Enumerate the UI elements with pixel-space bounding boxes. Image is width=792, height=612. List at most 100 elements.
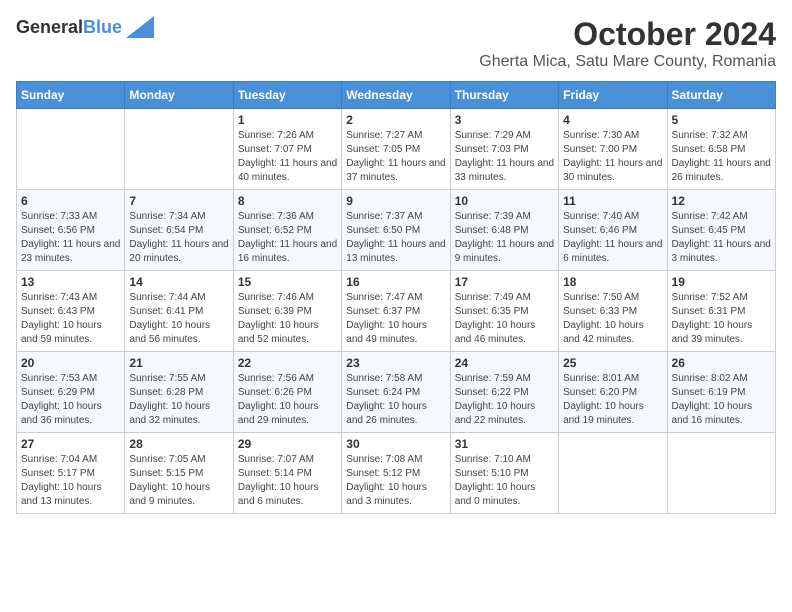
day-number: 12 <box>672 194 771 208</box>
page-header: GeneralBlue October 2024 Gherta Mica, Sa… <box>16 16 776 71</box>
day-number: 22 <box>238 356 337 370</box>
calendar-week-row: 20 Sunrise: 7:53 AM Sunset: 6:29 PM Dayli… <box>17 352 776 433</box>
day-info: Sunrise: 7:49 AM Sunset: 6:35 PM Dayligh… <box>455 291 554 347</box>
day-info: Sunrise: 7:32 AM Sunset: 6:58 PM Dayligh… <box>672 129 771 185</box>
calendar-cell: 15 Sunrise: 7:46 AM Sunset: 6:39 PM Dayli… <box>233 271 341 352</box>
day-number: 1 <box>238 113 337 127</box>
day-number: 18 <box>563 275 662 289</box>
calendar-cell: 26Sunrise: 8:02 AM Sunset: 6:19 PM Dayli… <box>667 352 775 433</box>
calendar-cell: 28 Sunrise: 7:05 AM Sunset: 5:15 PM Dayli… <box>125 433 233 514</box>
calendar-cell: 16Sunrise: 7:47 AM Sunset: 6:37 PM Dayli… <box>342 271 450 352</box>
calendar-cell: 22 Sunrise: 7:56 AM Sunset: 6:26 PM Dayli… <box>233 352 341 433</box>
logo-text: GeneralBlue <box>16 17 122 38</box>
day-number: 6 <box>21 194 120 208</box>
calendar-cell: 14 Sunrise: 7:44 AM Sunset: 6:41 PM Dayli… <box>125 271 233 352</box>
calendar-cell: 2Sunrise: 7:27 AM Sunset: 7:05 PM Daylig… <box>342 109 450 190</box>
calendar-week-row: 27 Sunrise: 7:04 AM Sunset: 5:17 PM Dayli… <box>17 433 776 514</box>
calendar-cell <box>17 109 125 190</box>
calendar-cell <box>667 433 775 514</box>
title-block: October 2024 Gherta Mica, Satu Mare Coun… <box>479 16 776 71</box>
day-info: Sunrise: 7:07 AM Sunset: 5:14 PM Dayligh… <box>238 453 337 509</box>
day-number: 15 <box>238 275 337 289</box>
calendar-table: SundayMondayTuesdayWednesdayThursdayFrid… <box>16 81 776 514</box>
calendar-cell: 29 Sunrise: 7:07 AM Sunset: 5:14 PM Dayli… <box>233 433 341 514</box>
calendar-cell: 17Sunrise: 7:49 AM Sunset: 6:35 PM Dayli… <box>450 271 558 352</box>
calendar-cell: 4Sunrise: 7:30 AM Sunset: 7:00 PM Daylig… <box>559 109 667 190</box>
day-info: Sunrise: 7:56 AM Sunset: 6:26 PM Dayligh… <box>238 372 337 428</box>
calendar-cell: 10 Sunrise: 7:39 AM Sunset: 6:48 PM Dayli… <box>450 190 558 271</box>
calendar-cell: 31 Sunrise: 7:10 AM Sunset: 5:10 PM Dayli… <box>450 433 558 514</box>
calendar-cell: 25Sunrise: 8:01 AM Sunset: 6:20 PM Dayli… <box>559 352 667 433</box>
day-info: Sunrise: 7:46 AM Sunset: 6:39 PM Dayligh… <box>238 291 337 347</box>
day-number: 3 <box>455 113 554 127</box>
calendar-cell: 27 Sunrise: 7:04 AM Sunset: 5:17 PM Dayli… <box>17 433 125 514</box>
day-info: Sunrise: 8:02 AM Sunset: 6:19 PM Dayligh… <box>672 372 771 428</box>
day-number: 16 <box>346 275 445 289</box>
day-number: 14 <box>129 275 228 289</box>
day-info: Sunrise: 7:08 AM Sunset: 5:12 PM Dayligh… <box>346 453 445 509</box>
calendar-cell: 9 Sunrise: 7:37 AM Sunset: 6:50 PM Daylig… <box>342 190 450 271</box>
day-number: 28 <box>129 437 228 451</box>
calendar-cell: 24 Sunrise: 7:59 AM Sunset: 6:22 PM Dayli… <box>450 352 558 433</box>
day-number: 7 <box>129 194 228 208</box>
calendar-cell: 5Sunrise: 7:32 AM Sunset: 6:58 PM Daylig… <box>667 109 775 190</box>
day-number: 29 <box>238 437 337 451</box>
calendar-week-row: 6 Sunrise: 7:33 AM Sunset: 6:56 PM Daylig… <box>17 190 776 271</box>
day-number: 8 <box>238 194 337 208</box>
day-info: Sunrise: 7:59 AM Sunset: 6:22 PM Dayligh… <box>455 372 554 428</box>
weekday-header: Sunday <box>17 82 125 109</box>
day-info: Sunrise: 7:55 AM Sunset: 6:28 PM Dayligh… <box>129 372 228 428</box>
day-info: Sunrise: 7:37 AM Sunset: 6:50 PM Dayligh… <box>346 210 445 266</box>
weekday-header: Wednesday <box>342 82 450 109</box>
day-number: 4 <box>563 113 662 127</box>
calendar-cell: 20 Sunrise: 7:53 AM Sunset: 6:29 PM Dayli… <box>17 352 125 433</box>
day-info: Sunrise: 7:04 AM Sunset: 5:17 PM Dayligh… <box>21 453 120 509</box>
calendar-cell <box>125 109 233 190</box>
day-info: Sunrise: 7:43 AM Sunset: 6:43 PM Dayligh… <box>21 291 120 347</box>
day-info: Sunrise: 7:53 AM Sunset: 6:29 PM Dayligh… <box>21 372 120 428</box>
calendar-cell: 3Sunrise: 7:29 AM Sunset: 7:03 PM Daylig… <box>450 109 558 190</box>
day-info: Sunrise: 7:27 AM Sunset: 7:05 PM Dayligh… <box>346 129 445 185</box>
day-number: 23 <box>346 356 445 370</box>
calendar-cell: 12 Sunrise: 7:42 AM Sunset: 6:45 PM Dayli… <box>667 190 775 271</box>
calendar-cell: 19 Sunrise: 7:52 AM Sunset: 6:31 PM Dayli… <box>667 271 775 352</box>
logo-icon <box>126 16 154 38</box>
day-number: 30 <box>346 437 445 451</box>
day-info: Sunrise: 7:05 AM Sunset: 5:15 PM Dayligh… <box>129 453 228 509</box>
weekday-header: Tuesday <box>233 82 341 109</box>
weekday-header: Thursday <box>450 82 558 109</box>
day-info: Sunrise: 8:01 AM Sunset: 6:20 PM Dayligh… <box>563 372 662 428</box>
day-info: Sunrise: 7:36 AM Sunset: 6:52 PM Dayligh… <box>238 210 337 266</box>
day-number: 24 <box>455 356 554 370</box>
day-number: 20 <box>21 356 120 370</box>
day-info: Sunrise: 7:10 AM Sunset: 5:10 PM Dayligh… <box>455 453 554 509</box>
calendar-cell: 18 Sunrise: 7:50 AM Sunset: 6:33 PM Dayli… <box>559 271 667 352</box>
day-number: 27 <box>21 437 120 451</box>
day-number: 9 <box>346 194 445 208</box>
day-info: Sunrise: 7:44 AM Sunset: 6:41 PM Dayligh… <box>129 291 228 347</box>
calendar-week-row: 13 Sunrise: 7:43 AM Sunset: 6:43 PM Dayli… <box>17 271 776 352</box>
day-info: Sunrise: 7:33 AM Sunset: 6:56 PM Dayligh… <box>21 210 120 266</box>
calendar-cell: 7 Sunrise: 7:34 AM Sunset: 6:54 PM Daylig… <box>125 190 233 271</box>
calendar-cell: 11Sunrise: 7:40 AM Sunset: 6:46 PM Dayli… <box>559 190 667 271</box>
day-info: Sunrise: 7:42 AM Sunset: 6:45 PM Dayligh… <box>672 210 771 266</box>
day-info: Sunrise: 7:34 AM Sunset: 6:54 PM Dayligh… <box>129 210 228 266</box>
day-number: 13 <box>21 275 120 289</box>
day-number: 31 <box>455 437 554 451</box>
day-number: 10 <box>455 194 554 208</box>
day-info: Sunrise: 7:50 AM Sunset: 6:33 PM Dayligh… <box>563 291 662 347</box>
calendar-cell: 1 Sunrise: 7:26 AM Sunset: 7:07 PM Daylig… <box>233 109 341 190</box>
weekday-header: Friday <box>559 82 667 109</box>
logo-general: General <box>16 17 83 37</box>
day-info: Sunrise: 7:52 AM Sunset: 6:31 PM Dayligh… <box>672 291 771 347</box>
day-number: 19 <box>672 275 771 289</box>
calendar-header-row: SundayMondayTuesdayWednesdayThursdayFrid… <box>17 82 776 109</box>
calendar-cell <box>559 433 667 514</box>
day-info: Sunrise: 7:40 AM Sunset: 6:46 PM Dayligh… <box>563 210 662 266</box>
logo: GeneralBlue <box>16 16 154 38</box>
day-info: Sunrise: 7:26 AM Sunset: 7:07 PM Dayligh… <box>238 129 337 185</box>
day-number: 21 <box>129 356 228 370</box>
calendar-cell: 21 Sunrise: 7:55 AM Sunset: 6:28 PM Dayli… <box>125 352 233 433</box>
day-info: Sunrise: 7:39 AM Sunset: 6:48 PM Dayligh… <box>455 210 554 266</box>
calendar-cell: 8 Sunrise: 7:36 AM Sunset: 6:52 PM Daylig… <box>233 190 341 271</box>
